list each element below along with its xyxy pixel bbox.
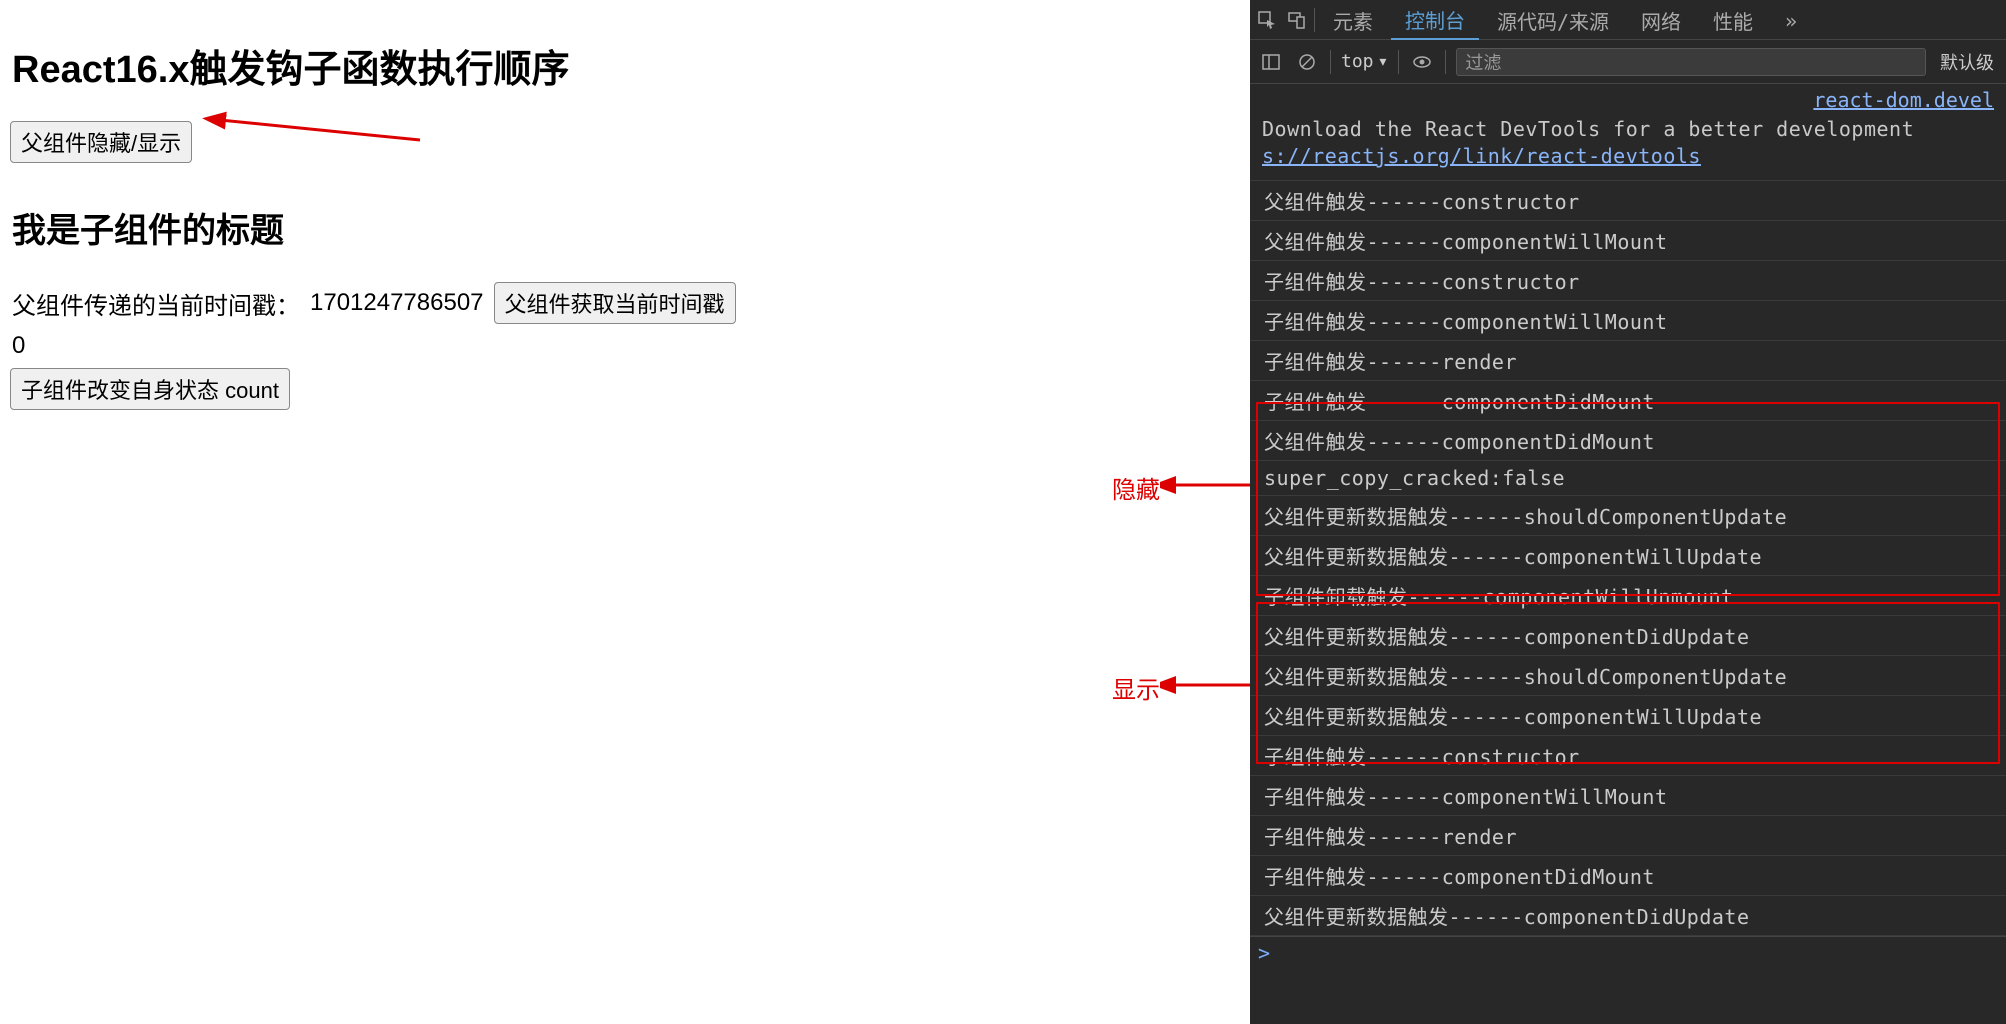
console-log-line: 父组件触发------componentDidMount [1250,421,2006,461]
child-component-title: 我是子组件的标题 [12,203,1240,252]
console-log-line: super_copy_cracked:false [1250,461,2006,496]
tab-network[interactable]: 网络 [1627,0,1695,39]
context-label: top [1341,51,1374,72]
annotation-arrow-hide [1160,470,1260,500]
devtools-download-message: Download the React DevTools for a better… [1250,112,2006,181]
console-toolbar: top ▾ 过滤 默认级 [1250,40,2006,84]
toggle-visibility-button[interactable]: 父组件隐藏/显示 [10,121,192,163]
console-log-line: 子组件触发------componentWillMount [1250,776,2006,816]
live-expression-icon[interactable] [1409,49,1435,75]
app-page: React16.x触发钩子函数执行顺序 父组件隐藏/显示 我是子组件的标题 父组… [0,0,1250,1024]
console-log-line: 子组件触发------componentDidMount [1250,856,2006,896]
annotation-hide-label: 隐藏 [1112,470,1160,505]
annotation-arrow-show [1160,670,1260,700]
console-log-line: 子组件触发------render [1250,341,2006,381]
console-log-line: 父组件触发------componentWillMount [1250,221,2006,261]
console-log-line: 父组件更新数据触发------componentDidUpdate [1250,616,2006,656]
annotation-show-label: 显示 [1112,670,1160,705]
tab-elements[interactable]: 元素 [1319,0,1387,39]
get-timestamp-button[interactable]: 父组件获取当前时间戳 [494,282,736,324]
console-log-line: 子组件触发------constructor [1250,261,2006,301]
timestamp-label: 父组件传递的当前时间戳： [12,286,300,321]
download-msg-text: Download the React DevTools for a better… [1262,117,1914,141]
device-icon[interactable] [1284,7,1310,33]
devtools-download-link[interactable]: s://reactjs.org/link/react-devtools [1262,144,1701,168]
tab-divider [1314,8,1315,32]
tab-console[interactable]: 控制台 [1391,0,1479,40]
tab-performance[interactable]: 性能 [1699,0,1767,39]
console-log-line: 父组件更新数据触发------shouldComponentUpdate [1250,656,2006,696]
devtools-tabs: 元素 控制台 源代码/来源 网络 性能 » [1250,0,2006,40]
console-log-line: 子组件触发------render [1250,816,2006,856]
console-log-line: 父组件更新数据触发------shouldComponentUpdate [1250,496,2006,536]
console-log-line: 子组件触发------constructor [1250,736,2006,776]
toolbar-divider-3 [1445,50,1446,74]
count-value: 0 [12,332,1240,360]
console-prompt[interactable]: > [1250,936,2006,969]
toolbar-divider-2 [1398,50,1399,74]
console-log-line: 子组件触发------componentDidMount [1250,381,2006,421]
devtools-panel: 元素 控制台 源代码/来源 网络 性能 » top ▾ 过滤 默认级 react… [1250,0,2006,1024]
timestamp-row: 父组件传递的当前时间戳： 1701247786507 父组件获取当前时间戳 [12,282,1240,324]
tabs-overflow-icon[interactable]: » [1771,3,1811,37]
page-title: React16.x触发钩子函数执行顺序 [12,38,1240,93]
annotation-arrow-toggle [200,90,450,150]
change-count-button[interactable]: 子组件改变自身状态 count [10,368,290,410]
sidebar-toggle-icon[interactable] [1258,49,1284,75]
tab-sources[interactable]: 源代码/来源 [1483,0,1623,39]
log-level-selector[interactable]: 默认级 [1936,49,1998,75]
log-list: 父组件触发------constructor父组件触发------compone… [1250,181,2006,936]
context-selector[interactable]: top ▾ [1341,51,1388,72]
console-log-line: 父组件触发------constructor [1250,181,2006,221]
console-log-line: 子组件触发------componentWillMount [1250,301,2006,341]
source-file-link[interactable]: react-dom.devel [1250,84,2006,112]
console-log-line: 子组件卸载触发------componentWillUnmount [1250,576,2006,616]
console-log-line: 父组件更新数据触发------componentWillUpdate [1250,696,2006,736]
filter-input[interactable]: 过滤 [1456,48,1926,76]
inspect-icon[interactable] [1254,7,1280,33]
filter-placeholder: 过滤 [1465,49,1501,75]
clear-console-icon[interactable] [1294,49,1320,75]
console-log-line: 父组件更新数据触发------componentDidUpdate [1250,896,2006,936]
console-body: react-dom.devel Download the React DevTo… [1250,84,2006,1024]
toolbar-divider [1330,50,1331,74]
chevron-down-icon: ▾ [1378,51,1389,72]
console-log-line: 父组件更新数据触发------componentWillUpdate [1250,536,2006,576]
timestamp-value: 1701247786507 [310,289,484,317]
